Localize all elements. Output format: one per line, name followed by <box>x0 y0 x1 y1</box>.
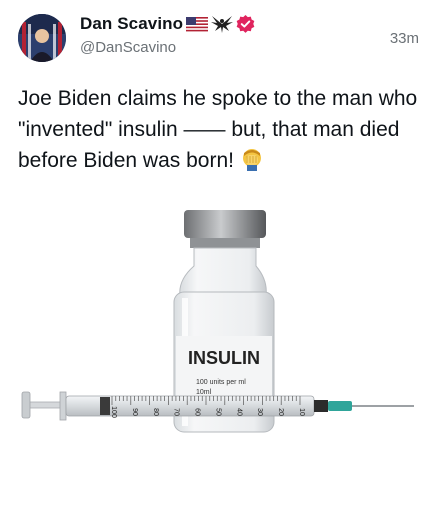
avatar-image <box>18 14 66 62</box>
us-flag-icon <box>186 16 209 32</box>
syringe-scale-label: 80 <box>152 408 159 416</box>
post-timestamp[interactable]: 33m <box>390 30 419 47</box>
syringe-scale-label: 70 <box>173 408 180 416</box>
post-image[interactable]: INSULIN 100 units per ml 10ml 100 90 80 … <box>0 196 439 500</box>
syringe-scale-label: 60 <box>194 408 201 416</box>
insulin-vial-photo: INSULIN 100 units per ml 10ml 100 90 80 … <box>21 210 414 433</box>
tweet-card[interactable]: Dan Scavino @DanScavino 33m Joe Biden cl… <box>0 0 439 500</box>
author-name-row[interactable]: Dan Scavino <box>80 14 255 34</box>
verified-badge-icon <box>236 14 255 33</box>
syringe-scale-label: 50 <box>214 408 221 416</box>
vial-label-line1: 100 units per ml <box>196 379 246 386</box>
syringe-scale-label: 90 <box>131 408 138 416</box>
author-name[interactable]: Dan Scavino <box>80 14 183 34</box>
vial-label-line2: 10ml <box>196 389 212 396</box>
vial-cap <box>184 210 266 238</box>
author-avatar[interactable] <box>18 14 66 62</box>
syringe-scale-label: 40 <box>235 408 242 416</box>
syringe-scale-label: 100 <box>110 406 117 418</box>
post-text: Joe Biden claims he spoke to the man who… <box>18 83 428 176</box>
syringe-scale-label: 20 <box>277 408 284 416</box>
syringe: 100 90 80 70 60 50 40 30 20 10 <box>21 391 414 421</box>
syringe-scale-label: 10 <box>298 408 305 416</box>
author-handle[interactable]: @DanScavino <box>80 39 176 56</box>
vial-label-title: INSULIN <box>188 348 260 368</box>
eagle-icon <box>211 16 234 33</box>
post-text-content: Joe Biden claims he spoke to the man who… <box>18 87 418 172</box>
face-palm-icon <box>242 149 261 171</box>
syringe-scale-label: 30 <box>256 408 263 416</box>
